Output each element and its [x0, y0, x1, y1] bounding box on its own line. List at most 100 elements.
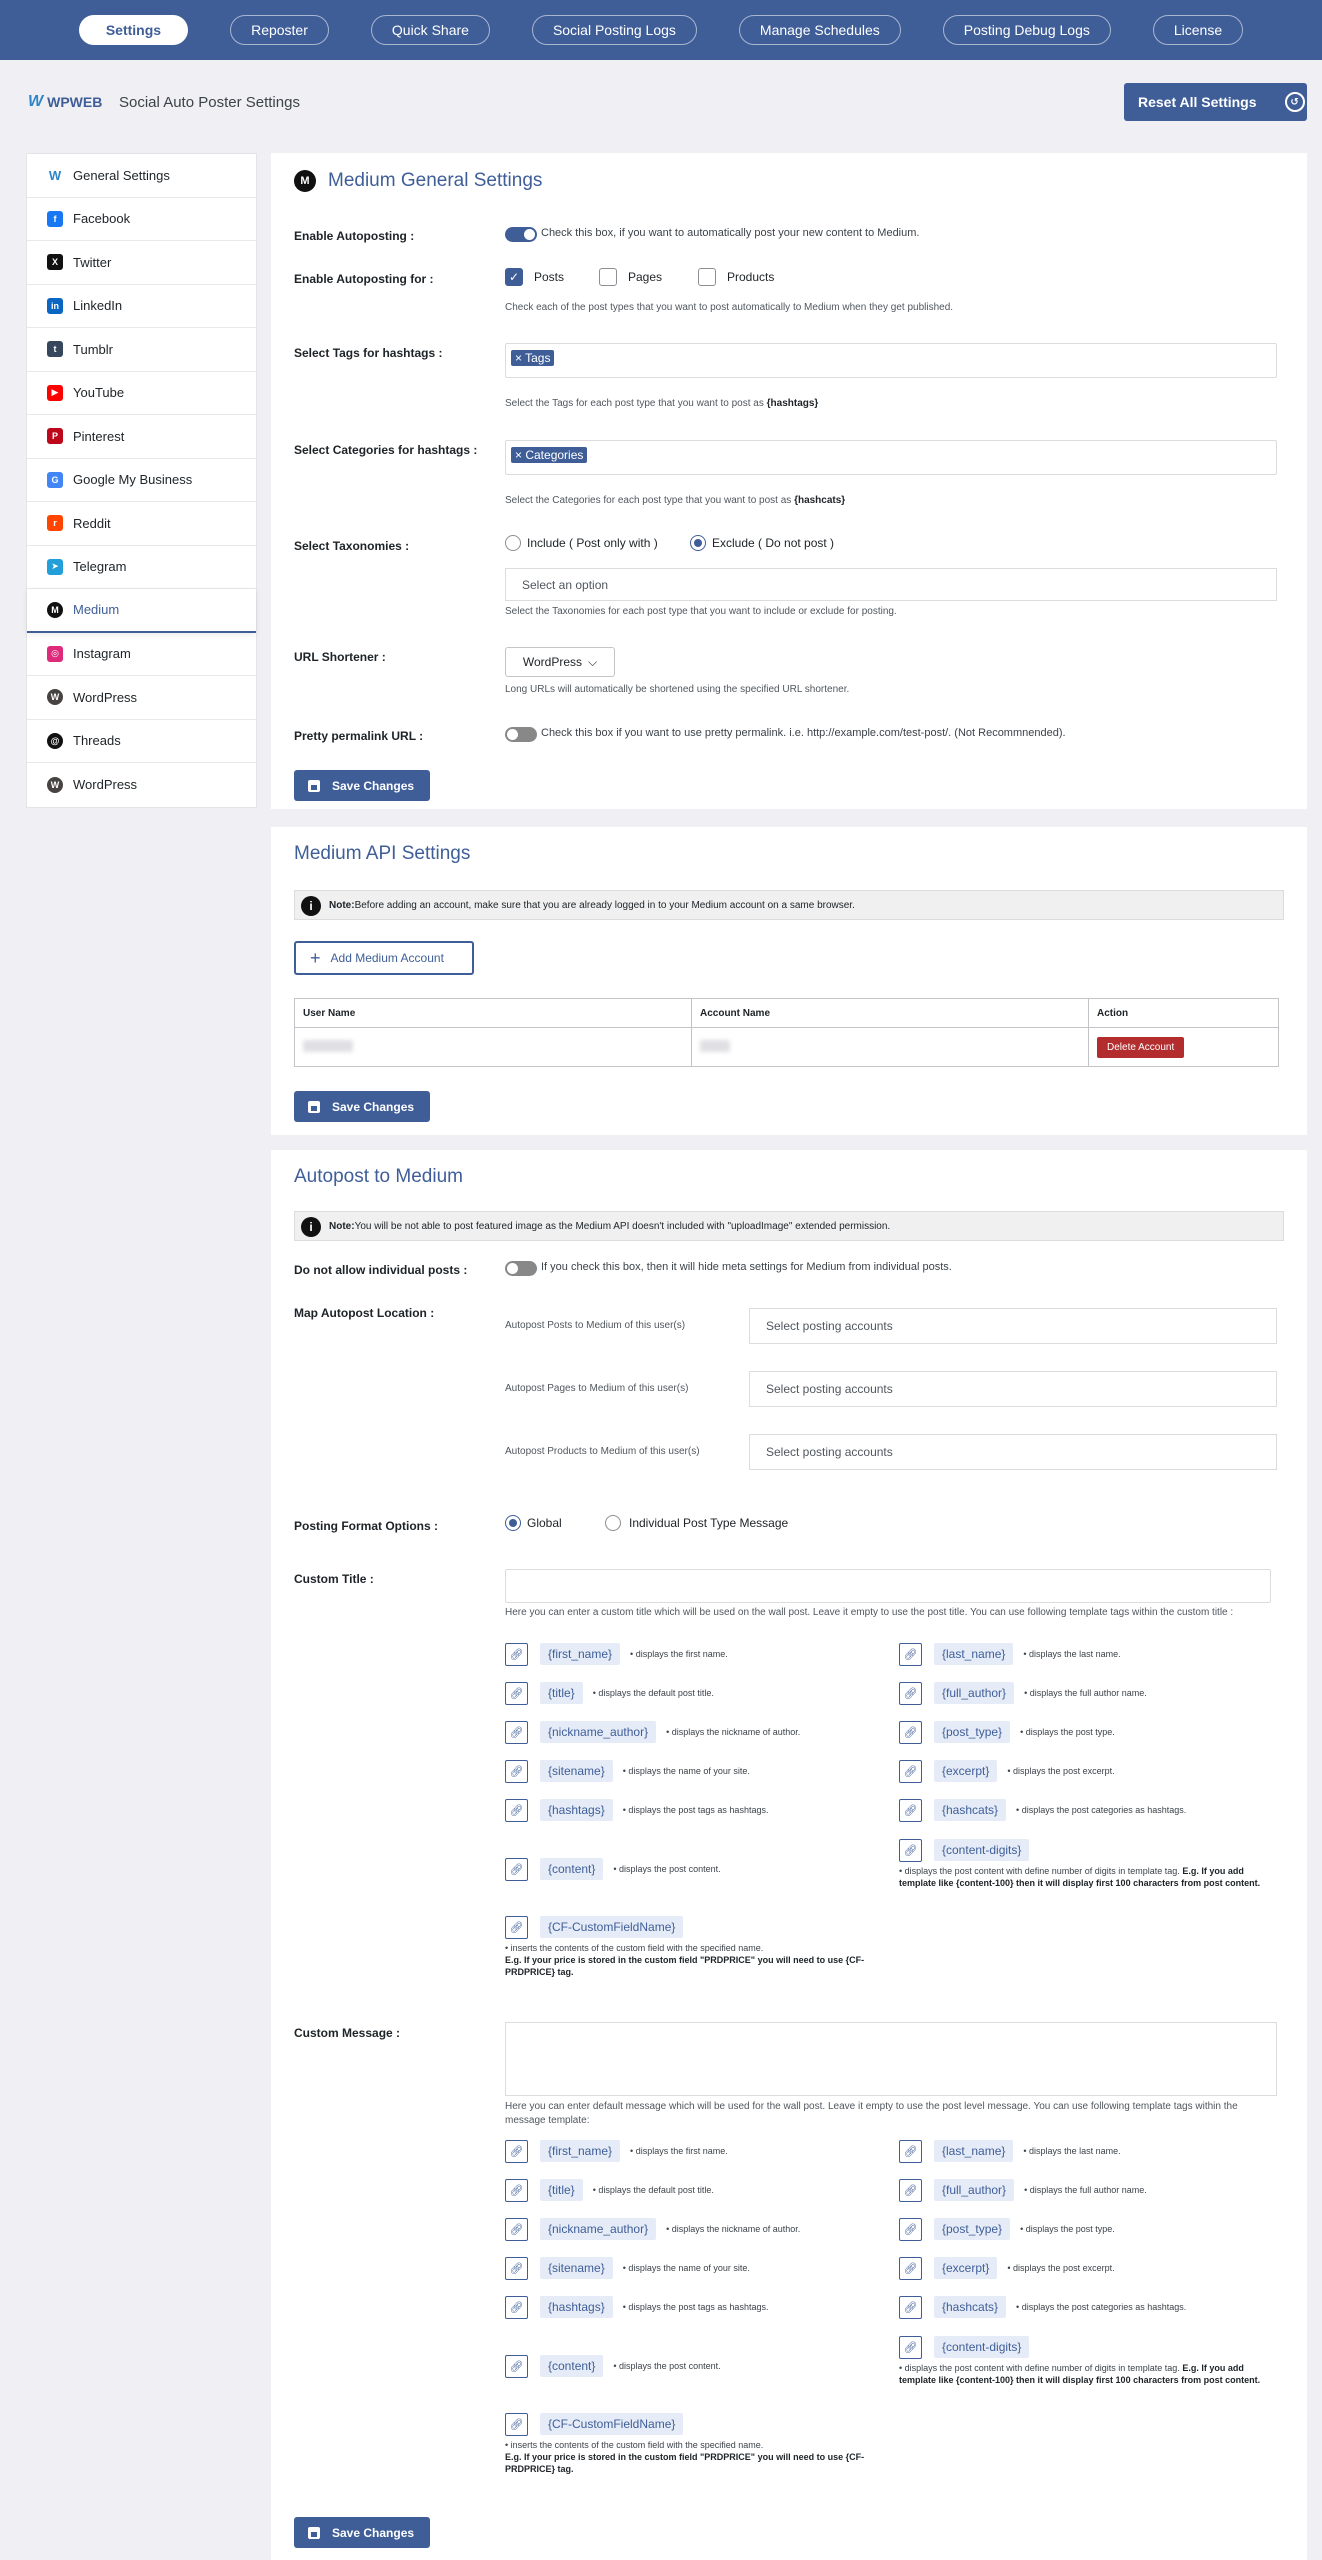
sidebar-item-linkedin[interactable]: in LinkedIn [27, 285, 256, 328]
link-icon[interactable]: 🔗︎ [505, 2140, 528, 2163]
link-icon[interactable]: 🔗︎ [899, 1721, 922, 1744]
template-tag[interactable]: {title} [540, 1682, 583, 1704]
template-tag[interactable]: {hashtags} [540, 1799, 613, 1821]
tab-manage-schedules[interactable]: Manage Schedules [738, 15, 901, 45]
template-tag[interactable]: {post_type} [934, 1721, 1011, 1743]
link-icon[interactable]: 🔗︎ [505, 1721, 528, 1744]
tab-reposter[interactable]: Reposter [230, 15, 329, 45]
sidebar-item-threads[interactable]: @ Threads [27, 720, 256, 763]
save-changes-button[interactable]: Save Changes [294, 2517, 430, 2548]
format-individual-radio[interactable] [605, 1515, 621, 1531]
categories-chip[interactable]: × Categories [511, 447, 588, 463]
link-icon[interactable]: 🔗︎ [899, 1839, 922, 1862]
tab-posting-debug-logs[interactable]: Posting Debug Logs [942, 15, 1111, 45]
template-tag[interactable]: {excerpt} [934, 1760, 998, 1782]
template-tag[interactable]: {last_name} [934, 2140, 1014, 2162]
template-tag[interactable]: {content-digits} [934, 1839, 1030, 1861]
link-icon[interactable]: 🔗︎ [899, 1643, 922, 1666]
link-icon[interactable]: 🔗︎ [505, 2355, 528, 2378]
enable-autoposting-toggle[interactable] [505, 227, 537, 242]
template-tag[interactable]: {sitename} [540, 1760, 613, 1782]
categories-select[interactable]: × Categories [505, 440, 1277, 475]
template-tag[interactable]: {hashcats} [934, 1799, 1007, 1821]
link-icon[interactable]: 🔗︎ [505, 1916, 528, 1939]
link-icon[interactable]: 🔗︎ [899, 2218, 922, 2241]
map-posts-select[interactable]: Select posting accounts [749, 1308, 1277, 1344]
link-icon[interactable]: 🔗︎ [899, 1799, 922, 1822]
taxonomy-select[interactable]: Select an option [505, 568, 1277, 601]
custom-message-textarea[interactable] [505, 2022, 1277, 2096]
sidebar-item-tumblr[interactable]: t Tumblr [27, 328, 256, 372]
link-icon[interactable]: 🔗︎ [505, 1760, 528, 1783]
template-tag[interactable]: {last_name} [934, 1643, 1014, 1665]
link-icon[interactable]: 🔗︎ [899, 2336, 922, 2359]
save-changes-button[interactable]: Save Changes [294, 1091, 430, 1122]
template-tag[interactable]: {CF-CustomFieldName} [540, 1916, 684, 1938]
sidebar-item-wordpress[interactable]: W WordPress [27, 676, 256, 720]
link-icon[interactable]: 🔗︎ [899, 1760, 922, 1783]
tab-settings[interactable]: Settings [78, 15, 189, 45]
link-icon[interactable]: 🔗︎ [505, 1643, 528, 1666]
template-tag[interactable]: {hashcats} [934, 2296, 1007, 2318]
tags-chip[interactable]: × Tags [511, 350, 555, 366]
add-medium-account-button[interactable]: + Add Medium Account [294, 941, 474, 975]
disallow-individual-toggle[interactable] [505, 1261, 537, 1276]
link-icon[interactable]: 🔗︎ [505, 2218, 528, 2241]
pages-checkbox[interactable] [599, 268, 617, 286]
reset-all-settings-button[interactable]: Reset All Settings ↺ [1124, 83, 1307, 121]
template-tag[interactable]: {first_name} [540, 2140, 621, 2162]
sidebar-item-wordpress[interactable]: W WordPress [27, 763, 256, 807]
taxonomy-exclude-radio[interactable] [690, 535, 706, 551]
delete-account-button[interactable]: Delete Account [1097, 1036, 1185, 1058]
tags-select[interactable]: × Tags [505, 343, 1277, 378]
link-icon[interactable]: 🔗︎ [899, 2257, 922, 2280]
template-tag[interactable]: {content} [540, 1858, 604, 1880]
sidebar-item-google-my-business[interactable]: G Google My Business [27, 459, 256, 502]
link-icon[interactable]: 🔗︎ [899, 2296, 922, 2319]
template-tag[interactable]: {CF-CustomFieldName} [540, 2413, 684, 2435]
posts-checkbox[interactable]: ✓ [505, 268, 523, 286]
link-icon[interactable]: 🔗︎ [505, 2257, 528, 2280]
template-tag[interactable]: {nickname_author} [540, 1721, 657, 1743]
template-tag[interactable]: {full_author} [934, 2179, 1015, 2201]
tab-quick-share[interactable]: Quick Share [370, 15, 490, 45]
custom-title-input[interactable] [505, 1569, 1271, 1603]
sidebar-item-reddit[interactable]: r Reddit [27, 502, 256, 546]
sidebar-item-facebook[interactable]: f Facebook [27, 198, 256, 241]
sidebar-item-instagram[interactable]: ◎ Instagram [27, 633, 256, 676]
tab-social-posting-logs[interactable]: Social Posting Logs [531, 15, 697, 45]
template-tag[interactable]: {first_name} [540, 1643, 621, 1665]
link-icon[interactable]: 🔗︎ [505, 1858, 528, 1881]
template-tag[interactable]: {post_type} [934, 2218, 1011, 2240]
link-icon[interactable]: 🔗︎ [505, 2413, 528, 2436]
link-icon[interactable]: 🔗︎ [505, 2296, 528, 2319]
template-tag[interactable]: {content} [540, 2355, 604, 2377]
link-icon[interactable]: 🔗︎ [505, 2179, 528, 2202]
link-icon[interactable]: 🔗︎ [899, 2140, 922, 2163]
sidebar-item-twitter[interactable]: X Twitter [27, 241, 256, 285]
sidebar-item-telegram[interactable]: ➤ Telegram [27, 546, 256, 589]
link-icon[interactable]: 🔗︎ [505, 1682, 528, 1705]
template-tag[interactable]: {sitename} [540, 2257, 613, 2279]
link-icon[interactable]: 🔗︎ [899, 1682, 922, 1705]
map-products-select[interactable]: Select posting accounts [749, 1434, 1277, 1470]
link-icon[interactable]: 🔗︎ [505, 1799, 528, 1822]
sidebar-item-youtube[interactable]: ▶ YouTube [27, 372, 256, 415]
template-tag[interactable]: {title} [540, 2179, 583, 2201]
sidebar-item-general-settings[interactable]: W General Settings [27, 154, 256, 198]
format-global-radio[interactable] [505, 1515, 521, 1531]
taxonomy-include-radio[interactable] [505, 535, 521, 551]
products-checkbox[interactable] [698, 268, 716, 286]
tab-license[interactable]: License [1152, 15, 1244, 45]
sidebar-item-medium[interactable]: M Medium [27, 589, 256, 633]
template-tag[interactable]: {hashtags} [540, 2296, 613, 2318]
save-changes-button[interactable]: Save Changes [294, 770, 430, 801]
map-pages-select[interactable]: Select posting accounts [749, 1371, 1277, 1407]
template-tag[interactable]: {content-digits} [934, 2336, 1030, 2358]
url-shortener-dropdown[interactable]: WordPress ⌵ [505, 647, 615, 677]
pretty-permalink-toggle[interactable] [505, 727, 537, 742]
template-tag[interactable]: {excerpt} [934, 2257, 998, 2279]
template-tag[interactable]: {nickname_author} [540, 2218, 657, 2240]
sidebar-item-pinterest[interactable]: P Pinterest [27, 415, 256, 459]
link-icon[interactable]: 🔗︎ [899, 2179, 922, 2202]
